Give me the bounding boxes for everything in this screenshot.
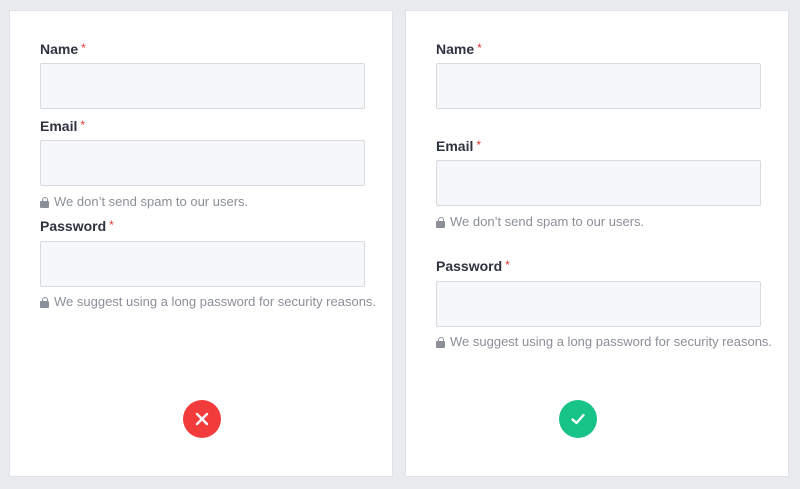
lock-icon	[436, 336, 445, 348]
wrong-indicator	[183, 400, 221, 438]
right-indicator	[559, 400, 597, 438]
name-label: Name *	[40, 41, 86, 58]
password-label-text: Password	[436, 258, 503, 274]
password-label-text: Password	[40, 218, 107, 234]
lock-icon	[436, 216, 445, 228]
email-hint-text: We don’t send spam to our users.	[54, 194, 249, 209]
password-label: Password *	[436, 258, 510, 275]
required-asterisk: *	[109, 218, 114, 232]
lock-icon	[40, 296, 49, 308]
password-input[interactable]	[436, 281, 761, 327]
required-asterisk: *	[477, 41, 482, 55]
password-hint-text: We suggest using a long password for sec…	[54, 294, 377, 309]
name-input[interactable]	[436, 63, 761, 109]
email-label-text: Email	[40, 118, 78, 134]
required-asterisk: *	[81, 41, 86, 55]
name-label: Name *	[436, 41, 482, 58]
close-icon	[195, 412, 209, 426]
name-label-text: Name	[40, 41, 79, 57]
email-hint: We don’t send spam to our users.	[40, 194, 248, 210]
required-asterisk: *	[80, 118, 86, 132]
name-input[interactable]	[40, 63, 365, 109]
wrong-example-panel: Name * Email * We don’t send spam to our u…	[9, 10, 393, 477]
right-example-panel: Name * Email * We don’t send spam to our u…	[405, 10, 789, 477]
password-label: Password *	[40, 218, 114, 235]
lock-icon	[40, 196, 49, 208]
email-label-text: Email	[436, 138, 474, 154]
email-hint: We don’t send spam to our users.	[436, 214, 644, 230]
email-label: Email *	[436, 138, 481, 155]
email-hint-text: We don’t send spam to our users.	[450, 214, 645, 229]
password-hint-text: We suggest using a long password for sec…	[450, 334, 773, 349]
required-asterisk: *	[505, 258, 510, 272]
name-label-text: Name	[436, 41, 475, 57]
password-input[interactable]	[40, 241, 365, 287]
required-asterisk: *	[476, 138, 482, 152]
email-input[interactable]	[436, 160, 761, 206]
email-input[interactable]	[40, 140, 365, 186]
email-label: Email *	[40, 118, 85, 135]
password-hint: We suggest using a long password for sec…	[436, 334, 772, 350]
password-hint: We suggest using a long password for sec…	[40, 294, 376, 310]
check-icon	[571, 413, 585, 425]
